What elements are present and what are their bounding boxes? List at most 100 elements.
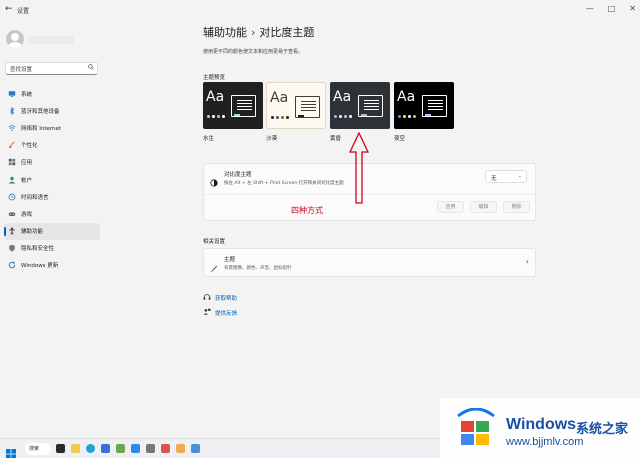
app-icon[interactable] bbox=[161, 444, 170, 453]
windows-logo-icon bbox=[457, 408, 495, 445]
theme-color-dots bbox=[334, 115, 352, 118]
sidebar-item-label: 应用 bbox=[21, 160, 33, 167]
clock-icon bbox=[8, 193, 16, 201]
edit-button[interactable]: 编辑 bbox=[470, 201, 497, 213]
sidebar-item-bluetooth[interactable]: 蓝牙和其他设备 bbox=[4, 102, 100, 119]
sidebar-item-label: 网络和 Internet bbox=[21, 125, 62, 132]
theme-thumbnail: Aa bbox=[266, 82, 326, 129]
app-icon[interactable] bbox=[131, 444, 140, 453]
brush-icon bbox=[8, 141, 16, 149]
theme-preview-glyph: Aa bbox=[397, 89, 416, 105]
sidebar-item-network[interactable]: 网络和 Internet bbox=[4, 119, 100, 136]
store-icon[interactable] bbox=[101, 444, 110, 453]
task-view-icon[interactable] bbox=[56, 444, 65, 453]
theme-name: 黄昏 bbox=[330, 136, 342, 142]
sidebar-item-system[interactable]: 系统 bbox=[4, 85, 100, 102]
theme-thumbnail: Aa bbox=[203, 82, 263, 129]
sidebar-item-label: 时间和语言 bbox=[21, 194, 49, 201]
search-placeholder: 查找设置 bbox=[10, 67, 33, 73]
bluetooth-icon bbox=[8, 106, 16, 115]
person-icon bbox=[8, 176, 16, 184]
give-feedback-label: 提供反馈 bbox=[215, 311, 238, 317]
annotation-arrow-icon bbox=[349, 132, 369, 204]
sidebar-item-label: 个性化 bbox=[21, 143, 38, 150]
card-divider bbox=[204, 194, 535, 195]
theme-option-desert[interactable]: Aa 沙漠 bbox=[266, 82, 326, 142]
theme-option-aquatic[interactable]: Aa 水生 bbox=[203, 82, 263, 142]
themes-link-subtitle: 背景图像、颜色、声音、鼠标指针 bbox=[224, 266, 292, 271]
monitor-icon bbox=[8, 90, 16, 98]
wifi-icon bbox=[8, 124, 16, 132]
theme-thumbnail: Aa bbox=[330, 82, 390, 129]
theme-name: 水生 bbox=[203, 136, 215, 142]
brush-icon bbox=[210, 258, 218, 277]
sidebar-item-gaming[interactable]: 游戏 bbox=[4, 205, 100, 222]
back-arrow-icon[interactable]: ← bbox=[5, 4, 13, 14]
sidebar-item-label: 游戏 bbox=[21, 211, 33, 218]
annotation-text: 四种方式 bbox=[291, 206, 323, 215]
themes-link-card[interactable]: 主题 背景图像、颜色、声音、鼠标指针 › bbox=[203, 248, 536, 277]
theme-option-night-sky[interactable]: Aa 夜空 bbox=[394, 82, 454, 142]
sidebar-item-personalization[interactable]: 个性化 bbox=[4, 137, 100, 154]
contrast-theme-subtitle: 按左 Alt + 左 Shift + Print Screen 打开和关闭对比度… bbox=[224, 181, 344, 186]
accessibility-icon bbox=[8, 227, 16, 235]
watermark-brand: Windows bbox=[506, 416, 577, 433]
app-icon[interactable] bbox=[176, 444, 185, 453]
sidebar-item-label: 帐户 bbox=[21, 177, 33, 184]
contrast-theme-title: 对比度主题 bbox=[224, 172, 252, 178]
search-icon bbox=[88, 64, 94, 72]
windows-start-icon[interactable] bbox=[6, 444, 16, 458]
sidebar-item-windows-update[interactable]: Windows 更新 bbox=[4, 257, 100, 274]
taskbar-search[interactable]: 搜索 bbox=[25, 443, 51, 455]
give-feedback-link[interactable]: 提供反馈 bbox=[203, 308, 237, 318]
sidebar-item-label: Windows 更新 bbox=[21, 263, 59, 270]
theme-color-dots bbox=[207, 115, 225, 118]
main-content: 辅助功能 › 对比度主题 使用更不同的颜色使文本和应用更易于查看。 主题预览 Aa … bbox=[203, 20, 536, 438]
watermark-cn-text: 系统之家 bbox=[576, 422, 629, 437]
file-explorer-icon[interactable] bbox=[71, 444, 80, 453]
chevron-down-icon: ⌄ bbox=[517, 173, 522, 179]
breadcrumb-parent[interactable]: 辅助功能 bbox=[203, 26, 247, 39]
app-icon[interactable] bbox=[191, 444, 200, 453]
theme-preview-glyph: Aa bbox=[206, 89, 225, 105]
sidebar-item-privacy[interactable]: 隐私和安全性 bbox=[4, 240, 100, 257]
delete-button[interactable]: 删除 bbox=[503, 201, 530, 213]
maximize-button[interactable]: □ bbox=[608, 4, 616, 13]
apply-button[interactable]: 应用 bbox=[437, 201, 464, 213]
theme-color-dots bbox=[271, 116, 289, 119]
contrast-theme-dropdown[interactable]: 无 ⌄ bbox=[485, 170, 527, 183]
get-help-label: 获取帮助 bbox=[215, 296, 238, 302]
sidebar-item-label: 辅助功能 bbox=[21, 229, 44, 236]
sidebar-item-time-language[interactable]: 时间和语言 bbox=[4, 188, 100, 205]
search-input[interactable]: 查找设置 bbox=[5, 62, 98, 75]
gamepad-icon bbox=[8, 210, 16, 218]
settings-gear-icon[interactable] bbox=[146, 444, 155, 453]
sidebar-item-apps[interactable]: 应用 bbox=[4, 154, 100, 171]
help-icon bbox=[203, 293, 211, 303]
sidebar: 查找设置 系统 蓝牙和其他设备 网络和 Internet 个性化 应用 帐户 时… bbox=[0, 20, 105, 438]
user-name-redacted bbox=[28, 36, 74, 44]
sidebar-item-accessibility[interactable]: 辅助功能 bbox=[4, 222, 100, 240]
avatar[interactable] bbox=[6, 30, 24, 48]
watermark: Windows 系统之家 www.bjjmlv.com bbox=[440, 398, 640, 458]
app-icon[interactable] bbox=[116, 444, 125, 453]
sidebar-item-label: 系统 bbox=[21, 91, 33, 98]
apps-icon bbox=[8, 158, 16, 166]
taskbar-apps bbox=[56, 444, 200, 453]
page-description: 使用更不同的颜色使文本和应用更易于查看。 bbox=[203, 49, 304, 55]
edge-browser-icon[interactable] bbox=[86, 444, 95, 453]
app-title: 设置 bbox=[17, 8, 30, 15]
update-icon bbox=[8, 261, 16, 269]
related-settings-heading: 相关设置 bbox=[203, 239, 226, 245]
title-bar: ← 设置 — □ ✕ bbox=[0, 0, 640, 20]
get-help-link[interactable]: 获取帮助 bbox=[203, 293, 237, 303]
theme-color-dots bbox=[398, 115, 416, 118]
theme-name: 夜空 bbox=[394, 136, 406, 142]
theme-name: 沙漠 bbox=[266, 136, 278, 142]
sidebar-item-accounts[interactable]: 帐户 bbox=[4, 171, 100, 188]
close-button[interactable]: ✕ bbox=[629, 4, 636, 13]
taskbar-search-label: 搜索 bbox=[29, 446, 40, 452]
contrast-icon bbox=[210, 172, 218, 191]
minimize-button[interactable]: — bbox=[586, 4, 594, 13]
theme-option-dusk[interactable]: Aa 黄昏 bbox=[330, 82, 390, 142]
